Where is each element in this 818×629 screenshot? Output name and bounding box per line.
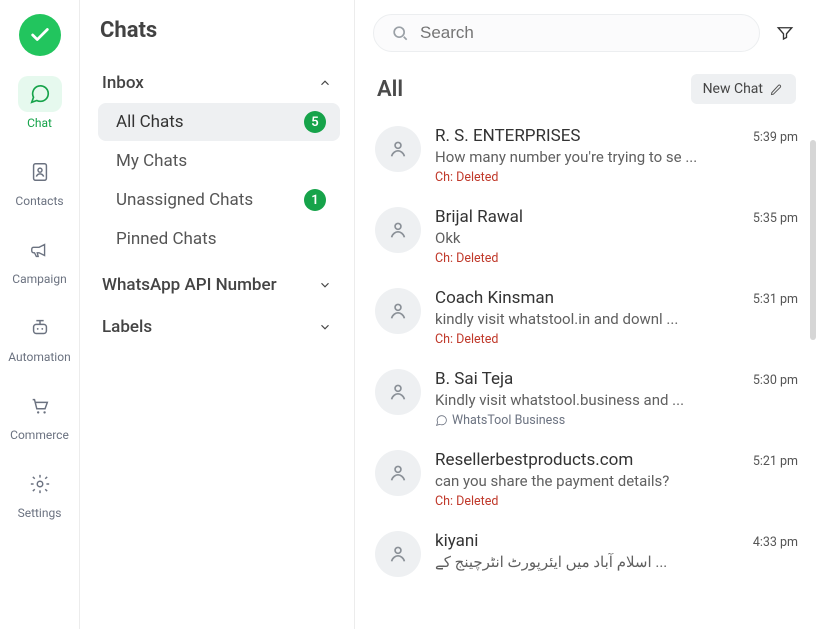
chat-meta: WhatsTool Business <box>435 413 798 428</box>
chat-name: Resellerbestproducts.com <box>435 450 633 470</box>
filter-button[interactable] <box>770 18 800 48</box>
new-chat-button[interactable]: New Chat <box>691 74 796 104</box>
chat-name: kiyani <box>435 531 478 551</box>
inbox-item-label: Unassigned Chats <box>116 190 253 210</box>
chat-meta: Ch: Deleted <box>435 251 798 266</box>
chat-time: 5:35 pm <box>753 211 798 226</box>
nav-item-automation[interactable]: Automation <box>0 306 79 368</box>
nav-label-automation: Automation <box>8 350 70 364</box>
chat-time: 5:21 pm <box>753 454 798 469</box>
chevron-up-icon <box>318 76 332 90</box>
chat-meta: Ch: Deleted <box>435 332 798 347</box>
avatar <box>375 288 421 334</box>
left-nav: Chat Contacts Campaign Automatio <box>0 0 80 629</box>
cart-icon <box>29 395 51 417</box>
chat-list-panel: All New Chat R. S. ENTERPRISES 5:39 pm How… <box>355 0 818 629</box>
chat-name: Coach Kinsman <box>435 288 554 308</box>
inbox-panel: Chats Inbox All Chats 5 My Chats Unassig… <box>80 0 355 629</box>
new-chat-label: New Chat <box>703 81 763 97</box>
megaphone-icon <box>29 239 51 261</box>
scrollbar[interactable] <box>810 140 816 340</box>
section-inbox[interactable]: Inbox <box>90 65 344 101</box>
section-api-number[interactable]: WhatsApp API Number <box>90 267 344 303</box>
chat-time: 5:31 pm <box>753 292 798 307</box>
chat-time: 5:30 pm <box>753 373 798 388</box>
person-icon <box>387 138 409 160</box>
nav-label-contacts: Contacts <box>15 194 63 208</box>
inbox-item-all-chats[interactable]: All Chats 5 <box>98 103 340 141</box>
chat-meta: Ch: Deleted <box>435 494 798 509</box>
nav-item-settings[interactable]: Settings <box>0 462 79 524</box>
chat-preview: ... اسلام آباد میں ایئرپورٹ انٹرچینج کے <box>435 553 798 571</box>
filter-icon <box>776 24 794 42</box>
section-labels-label: Labels <box>102 317 152 337</box>
chat-preview: Kindly visit whatstool.business and ... <box>435 391 798 409</box>
chat-row[interactable]: Resellerbestproducts.com 5:21 pm can you s… <box>365 438 812 519</box>
person-icon <box>387 462 409 484</box>
search-input[interactable] <box>420 23 743 43</box>
chevron-down-icon <box>318 278 332 292</box>
nav-item-contacts[interactable]: Contacts <box>0 150 79 212</box>
robot-icon <box>29 317 51 339</box>
badge-count: 1 <box>304 189 326 211</box>
chat-row[interactable]: R. S. ENTERPRISES 5:39 pm How many number … <box>365 114 812 195</box>
avatar <box>375 369 421 415</box>
nav-item-commerce[interactable]: Commerce <box>0 384 79 446</box>
person-icon <box>387 300 409 322</box>
avatar <box>375 126 421 172</box>
person-icon <box>387 219 409 241</box>
nav-label-commerce: Commerce <box>10 428 69 442</box>
nav-item-campaign[interactable]: Campaign <box>0 228 79 290</box>
avatar <box>375 531 421 577</box>
search-input-wrapper[interactable] <box>373 14 760 52</box>
badge-count: 5 <box>304 111 326 133</box>
avatar <box>375 450 421 496</box>
section-inbox-label: Inbox <box>102 73 144 93</box>
chat-time: 4:33 pm <box>753 535 798 550</box>
contacts-icon <box>29 161 51 183</box>
nav-label-settings: Settings <box>18 506 62 520</box>
inbox-item-pinned[interactable]: Pinned Chats <box>98 221 340 257</box>
chat-row[interactable]: Brijal Rawal 5:35 pm Okk Ch: Deleted <box>365 195 812 276</box>
chat-name: Brijal Rawal <box>435 207 523 227</box>
whatsapp-icon <box>435 414 448 427</box>
gear-icon <box>29 473 51 495</box>
brand-logo <box>19 14 61 56</box>
inbox-item-unassigned[interactable]: Unassigned Chats 1 <box>98 181 340 219</box>
page-title: Chats <box>80 18 354 65</box>
chat-preview: kindly visit whatstool.in and downl ... <box>435 310 798 328</box>
inbox-item-label: All Chats <box>116 112 184 132</box>
chat-preview: Okk <box>435 229 798 247</box>
inbox-item-label: Pinned Chats <box>116 229 216 249</box>
inbox-item-my-chats[interactable]: My Chats <box>98 143 340 179</box>
check-icon <box>29 24 51 46</box>
section-labels[interactable]: Labels <box>90 309 344 345</box>
search-icon <box>390 23 410 43</box>
avatar <box>375 207 421 253</box>
chat-icon <box>29 83 51 105</box>
nav-label-chat: Chat <box>27 116 52 130</box>
chat-preview: can you share the payment details? <box>435 472 798 490</box>
chat-row[interactable]: Coach Kinsman 5:31 pm kindly visit whatsto… <box>365 276 812 357</box>
chat-row[interactable]: B. Sai Teja 5:30 pm Kindly visit whatstool… <box>365 357 812 438</box>
inbox-item-label: My Chats <box>116 151 187 171</box>
chat-list-heading: All <box>377 77 403 102</box>
chat-time: 5:39 pm <box>753 130 798 145</box>
section-api-label: WhatsApp API Number <box>102 275 277 295</box>
chat-list[interactable]: R. S. ENTERPRISES 5:39 pm How many number … <box>355 114 818 629</box>
chat-name: R. S. ENTERPRISES <box>435 126 580 146</box>
person-icon <box>387 381 409 403</box>
nav-item-chat[interactable]: Chat <box>0 72 79 134</box>
pencil-icon <box>769 82 784 97</box>
person-icon <box>387 543 409 565</box>
chat-meta: Ch: Deleted <box>435 170 798 185</box>
chevron-down-icon <box>318 320 332 334</box>
nav-label-campaign: Campaign <box>12 272 66 286</box>
chat-row[interactable]: kiyani 4:33 pm ... اسلام آباد میں ایئرپورٹ… <box>365 519 812 587</box>
chat-preview: How many number you're trying to se ... <box>435 148 798 166</box>
chat-name: B. Sai Teja <box>435 369 513 389</box>
